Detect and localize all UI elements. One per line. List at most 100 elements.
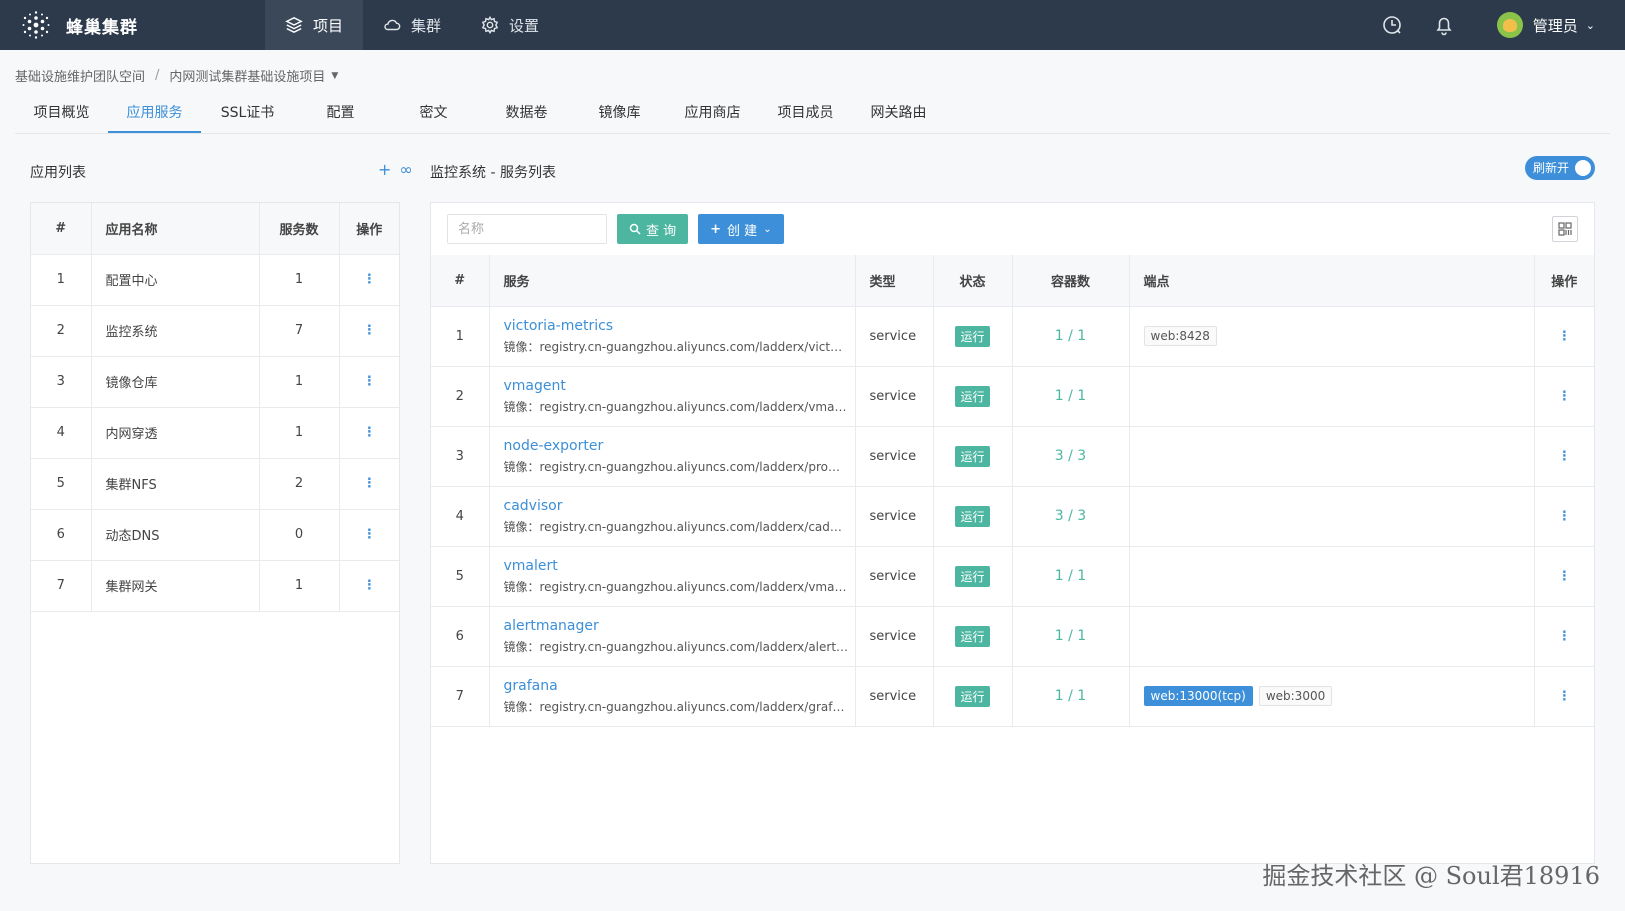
status-cell: 运行 [933,606,1013,667]
col-actions: 操作 [339,203,399,255]
status-cell: 运行 [933,546,1013,607]
app-name[interactable]: 配置中心 [91,254,260,306]
topnav-settings[interactable]: 设置 [461,0,559,50]
service-cell: node-exporter 镜像：registry.cn-guangzhou.al… [489,426,856,487]
add-app-icon[interactable]: + [378,160,391,179]
service-cell: cadvisor 镜像：registry.cn-guangzhou.aliyunc… [489,486,856,547]
watermark: 掘金技术社区 @ Soul君18916 [1262,862,1600,890]
more-vertical-icon[interactable]: ⋮ [363,323,376,338]
service-type: service [855,366,934,427]
service-name-link[interactable]: cadvisor [504,498,855,514]
col-service-count: 服务数 [259,203,340,255]
table-row[interactable]: 7 集群网关 1 ⋮ [31,560,399,612]
containers-cell: 1 / 1 [1012,366,1130,427]
service-name-link[interactable]: victoria-metrics [504,318,855,334]
tab-volumes[interactable]: 数据卷 [480,96,573,133]
topnav-cluster[interactable]: 集群 [363,0,461,50]
row-actions: ⋮ [339,458,399,510]
endpoints-cell [1129,366,1535,427]
service-name-link[interactable]: vmagent [504,378,855,394]
tab-ssl[interactable]: SSL证书 [201,96,294,133]
more-vertical-icon[interactable]: ⋮ [1558,449,1571,464]
service-type: service [855,666,934,727]
service-count: 1 [259,560,340,612]
tab-overview[interactable]: 项目概览 [15,96,108,133]
auto-refresh-toggle[interactable]: 刷新开 [1525,156,1595,180]
app-name[interactable]: 动态DNS [91,509,260,561]
table-row[interactable]: 4 内网穿透 1 ⋮ [31,407,399,459]
tab-members[interactable]: 项目成员 [759,96,852,133]
history-icon[interactable] [1381,14,1403,36]
brand[interactable]: 蜂巢集群 [0,9,265,41]
tab-registry[interactable]: 镜像库 [573,96,666,133]
link-icon[interactable]: ∞ [399,160,412,179]
chevron-down-icon: ⌄ [763,223,772,235]
more-vertical-icon[interactable]: ⋮ [363,578,376,593]
tab-config[interactable]: 配置 [294,96,387,133]
container-count: 1 / 1 [1054,388,1087,404]
breadcrumb-separator: / [155,68,160,83]
service-name-link[interactable]: grafana [504,678,855,694]
endpoints-cell [1129,606,1535,667]
service-image: 镜像：registry.cn-guangzhou.aliyuncs.com/la… [503,699,849,714]
more-vertical-icon[interactable]: ⋮ [363,425,376,440]
more-vertical-icon[interactable]: ⋮ [1558,329,1571,344]
more-vertical-icon[interactable]: ⋮ [1558,389,1571,404]
table-row[interactable]: 1 配置中心 1 ⋮ [31,254,399,306]
project-tabs: 项目概览 应用服务 SSL证书 配置 密文 数据卷 镜像库 应用商店 项目成员 … [15,96,1610,134]
more-vertical-icon[interactable]: ⋮ [363,527,376,542]
col-index: # [31,203,92,255]
table-row[interactable]: 5 集群NFS 2 ⋮ [31,458,399,510]
status-badge: 运行 [955,625,990,647]
top-bar: 蜂巢集群 项目 集群 设置 管理员 ⌄ [0,0,1625,50]
service-type: service [855,426,934,487]
more-vertical-icon[interactable]: ⋮ [363,272,376,287]
endpoint-tag[interactable]: web:13000(tcp) [1143,686,1253,706]
chevron-down-icon: ⌄ [1585,18,1595,32]
app-name[interactable]: 集群NFS [91,458,260,510]
more-vertical-icon[interactable]: ⋮ [363,374,376,389]
service-name-link[interactable]: vmalert [504,558,855,574]
cloud-icon [384,19,401,31]
table-row[interactable]: 3 镜像仓库 1 ⋮ [31,356,399,408]
endpoint-tag[interactable]: web:8428 [1143,326,1217,346]
bell-icon[interactable] [1433,14,1455,36]
create-button[interactable]: + 创 建 ⌄ [698,214,784,244]
column-settings-icon[interactable] [1552,216,1578,242]
row-actions: ⋮ [1534,666,1594,727]
table-row[interactable]: 6 动态DNS 0 ⋮ [31,509,399,561]
more-vertical-icon[interactable]: ⋮ [1558,689,1571,704]
app-name[interactable]: 内网穿透 [91,407,260,459]
caret-down-icon[interactable]: ▼ [331,71,338,81]
col-containers: 容器数 [1012,255,1130,307]
create-label: 创 建 [727,223,758,239]
table-row[interactable]: 2 监控系统 7 ⋮ [31,305,399,357]
tab-secrets[interactable]: 密文 [387,96,480,133]
user-menu[interactable]: 管理员 ⌄ [1496,12,1595,38]
tab-app-services[interactable]: 应用服务 [108,96,201,133]
query-button[interactable]: 查 询 [617,214,689,244]
breadcrumb-workspace[interactable]: 基础设施维护团队空间 [15,66,145,85]
endpoint-tag[interactable]: web:3000 [1258,686,1333,706]
breadcrumb-project[interactable]: 内网测试集群基础设施项目 [169,66,325,85]
tab-gateway-routes[interactable]: 网关路由 [852,96,945,133]
more-vertical-icon[interactable]: ⋮ [1558,629,1571,644]
row-actions: ⋮ [339,356,399,408]
service-name-link[interactable]: node-exporter [504,438,855,454]
service-cell: vmagent 镜像：registry.cn-guangzhou.aliyuncs… [489,366,856,427]
more-vertical-icon[interactable]: ⋮ [1558,509,1571,524]
more-vertical-icon[interactable]: ⋮ [363,476,376,491]
containers-cell: 1 / 1 [1012,546,1130,607]
name-search-input[interactable] [447,214,607,244]
topnav-project[interactable]: 项目 [265,0,364,50]
app-name[interactable]: 集群网关 [91,560,260,612]
app-name[interactable]: 监控系统 [91,305,260,357]
service-image: 镜像：registry.cn-guangzhou.aliyuncs.com/la… [503,579,849,594]
row-actions: ⋮ [1534,486,1594,547]
row-index: 4 [31,407,92,459]
more-vertical-icon[interactable]: ⋮ [1558,569,1571,584]
service-panel: 查 询 + 创 建 ⌄ # 服务 类型 状态 容器数 端点 操作 1victor… [430,202,1595,864]
tab-app-store[interactable]: 应用商店 [666,96,759,133]
app-name[interactable]: 镜像仓库 [91,356,260,408]
service-name-link[interactable]: alertmanager [504,618,855,634]
